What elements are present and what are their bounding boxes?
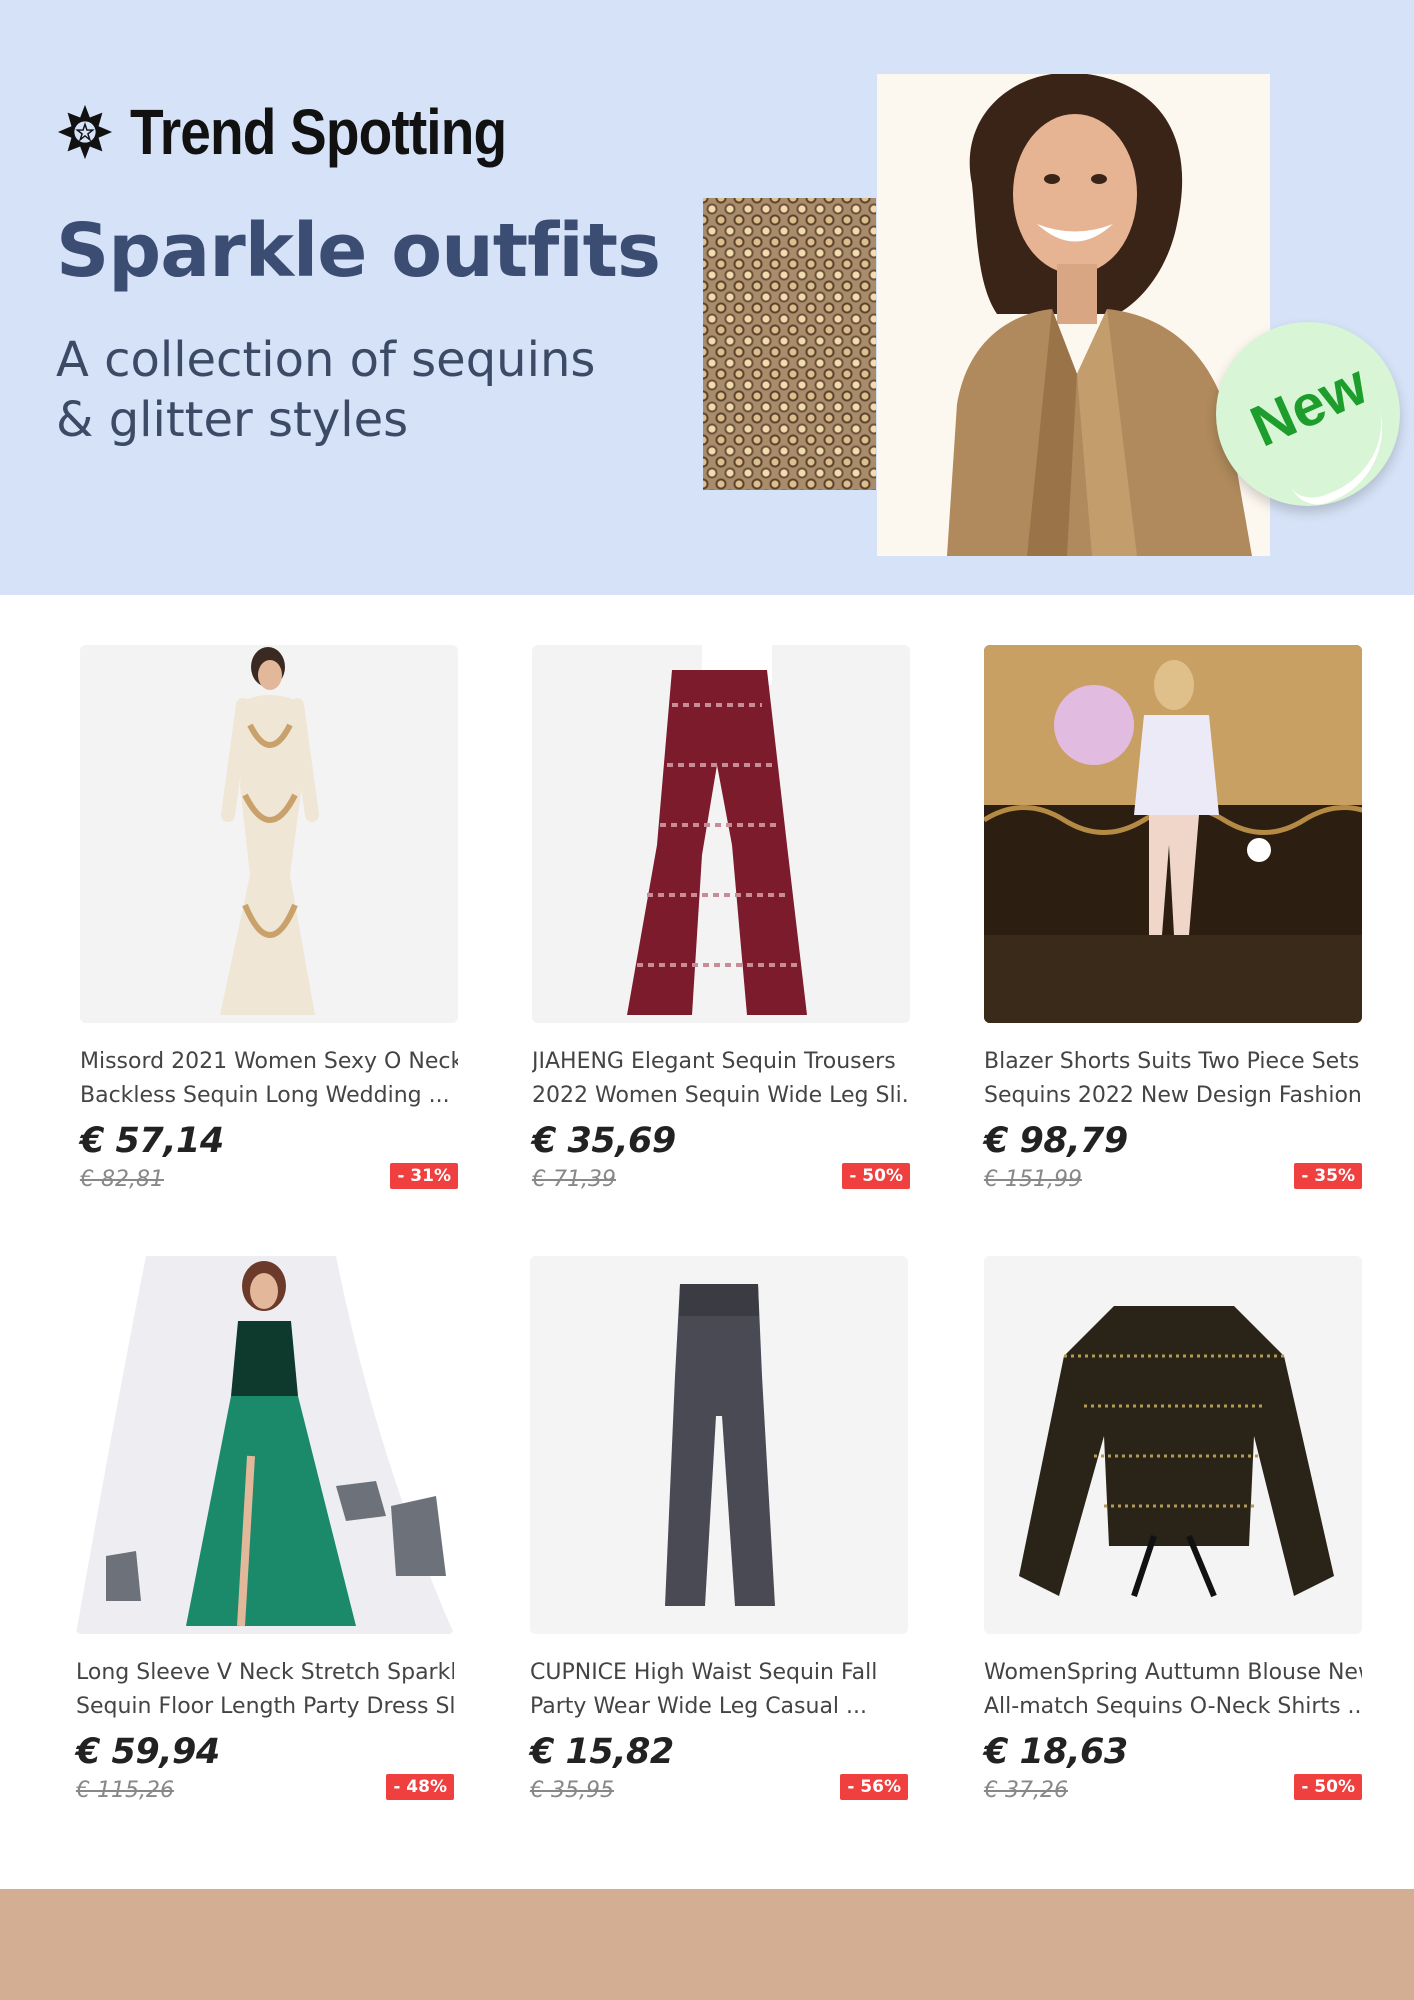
product-name[interactable]: JIAHENG Elegant Sequin Trousers 2022 Wom… bbox=[532, 1045, 910, 1113]
product-price: € 98,79 bbox=[984, 1121, 1128, 1161]
product-price: € 15,82 bbox=[530, 1732, 674, 1772]
product-name[interactable]: CUPNICE High Waist Sequin Fall Party Wea… bbox=[530, 1656, 908, 1724]
original-price: € 71,39 bbox=[532, 1167, 616, 1192]
brand[interactable]: Trend Spotting bbox=[56, 92, 568, 172]
product-price: € 18,63 bbox=[984, 1732, 1128, 1772]
product-card[interactable]: Blazer Shorts Suits Two Piece Sets Sequi… bbox=[984, 645, 1362, 1197]
product-image[interactable] bbox=[532, 645, 910, 1023]
original-price: € 37,26 bbox=[984, 1778, 1068, 1803]
discount-badge: - 35% bbox=[1294, 1163, 1362, 1189]
hero-subtitle-line-1: A collection of sequins bbox=[56, 332, 596, 388]
discount-badge: - 50% bbox=[1294, 1774, 1362, 1800]
product-price: € 57,14 bbox=[80, 1121, 224, 1161]
discount-badge: - 50% bbox=[842, 1163, 910, 1189]
product-image[interactable] bbox=[984, 645, 1362, 1023]
original-price: € 35,95 bbox=[530, 1778, 614, 1803]
model-illustration bbox=[947, 74, 1252, 556]
product-image[interactable] bbox=[76, 1256, 454, 1634]
product-card[interactable]: Missord 2021 Women Sexy O Neck Backless … bbox=[80, 645, 458, 1197]
product-card[interactable]: JIAHENG Elegant Sequin Trousers 2022 Wom… bbox=[532, 645, 910, 1197]
hero-banner[interactable]: Trend Spotting Sparkle outfits A collect… bbox=[0, 0, 1414, 595]
product-price: € 35,69 bbox=[532, 1121, 676, 1161]
discount-badge: - 48% bbox=[386, 1774, 454, 1800]
product-image[interactable] bbox=[984, 1256, 1362, 1634]
model-photo bbox=[877, 74, 1270, 556]
product-image[interactable] bbox=[530, 1256, 908, 1634]
new-badge: New bbox=[1216, 322, 1405, 513]
product-image[interactable] bbox=[80, 645, 458, 1023]
discount-badge: - 31% bbox=[390, 1163, 458, 1189]
original-price: € 151,99 bbox=[984, 1167, 1082, 1192]
hero-title: Sparkle outfits bbox=[56, 208, 661, 294]
footer-band bbox=[0, 1889, 1414, 2000]
product-price: € 59,94 bbox=[76, 1732, 220, 1772]
product-card[interactable]: CUPNICE High Waist Sequin Fall Party Wea… bbox=[530, 1256, 908, 1808]
product-card[interactable]: WomenSpring Auttumn Blouse New All-match… bbox=[984, 1256, 1362, 1808]
product-name[interactable]: WomenSpring Auttumn Blouse New All-match… bbox=[984, 1656, 1362, 1724]
sequin-fabric-swatch bbox=[703, 198, 876, 490]
product-name[interactable]: Long Sleeve V Neck Stretch Sparkle Sequi… bbox=[76, 1656, 454, 1724]
product-card[interactable]: Long Sleeve V Neck Stretch Sparkle Sequi… bbox=[76, 1256, 454, 1808]
original-price: € 82,81 bbox=[80, 1167, 164, 1192]
product-name[interactable]: Missord 2021 Women Sexy O Neck Backless … bbox=[80, 1045, 458, 1113]
original-price: € 115,26 bbox=[76, 1778, 174, 1803]
hero-subtitle: A collection of sequins & glitter styles bbox=[56, 330, 656, 450]
hero-subtitle-line-2: & glitter styles bbox=[56, 392, 409, 448]
product-name[interactable]: Blazer Shorts Suits Two Piece Sets Sequi… bbox=[984, 1045, 1362, 1113]
discount-badge: - 56% bbox=[840, 1774, 908, 1800]
starburst-icon bbox=[57, 104, 113, 160]
brand-name: Trend Spotting bbox=[130, 96, 507, 168]
